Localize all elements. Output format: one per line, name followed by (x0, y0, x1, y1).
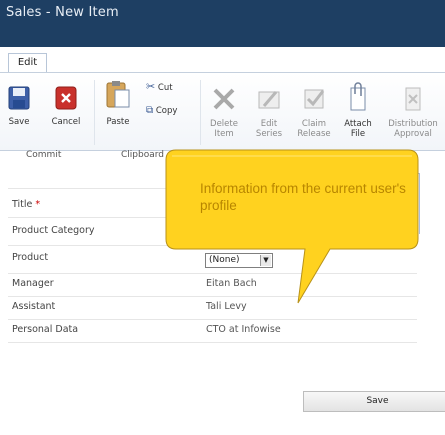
group-commit-label: Commit (26, 150, 62, 160)
distribution-approval-button[interactable]: Distribution Approval (382, 86, 444, 139)
window-title: Sales - New Item (6, 5, 119, 20)
product-label: Product (12, 252, 49, 263)
required-marker: * (35, 199, 41, 210)
copy-ribbon-button[interactable]: ⧉ Copy (146, 105, 196, 117)
delete-item-label-1: Delete (210, 119, 238, 129)
product-value: (None) (209, 255, 240, 265)
cut-ribbon-button[interactable]: ✂ Cut (146, 80, 196, 93)
edit-series-label-1: Edit (260, 119, 278, 129)
row-divider (8, 296, 417, 297)
assistant-value: Tali Levy (206, 301, 247, 312)
paste-ribbon-button[interactable]: Paste (100, 80, 136, 127)
chevron-down-icon[interactable]: ▼ (260, 255, 271, 266)
row-divider (8, 245, 417, 246)
title-label: Title * (12, 199, 41, 210)
claim-release-label-1: Claim (301, 119, 327, 129)
paste-ribbon-label: Paste (106, 117, 130, 127)
cancel-ribbon-label: Cancel (51, 117, 81, 127)
delete-item-label-2: Item (214, 129, 234, 139)
product-category-label: Product Category (12, 225, 95, 236)
attach-file-label-2: File (350, 129, 366, 139)
save-icon (8, 86, 30, 110)
copy-icon: ⧉ (146, 105, 154, 116)
edit-series-label-2: Series (255, 129, 283, 139)
row-divider (8, 342, 417, 343)
edit-series-icon (258, 91, 280, 109)
ribbon-separator (200, 80, 201, 145)
claim-release-button[interactable]: Claim Release (294, 86, 334, 139)
copy-ribbon-label: Copy (155, 106, 178, 116)
cancel-ribbon-button[interactable]: Cancel (48, 86, 84, 127)
attach-file-button[interactable]: Attach File (340, 82, 376, 139)
row-divider (8, 319, 417, 320)
assistant-label: Assistant (12, 301, 56, 312)
personal-data-value: CTO at Infowise (206, 324, 281, 335)
paste-icon (106, 81, 130, 108)
save-button[interactable]: Save (303, 391, 445, 412)
cut-ribbon-label: Cut (157, 83, 173, 93)
scissors-icon: ✂ (146, 80, 156, 93)
manager-label: Manager (12, 278, 54, 289)
manager-value: Eitan Bach (206, 278, 257, 289)
delete-x-icon (213, 88, 235, 110)
distribution-approval-label-2: Approval (394, 129, 432, 139)
delete-item-button[interactable]: Delete Item (206, 86, 242, 139)
ribbon-separator (94, 80, 95, 145)
tab-edit[interactable]: Edit (8, 53, 47, 72)
save-ribbon-label: Save (8, 117, 30, 127)
callout-text: Information from the current user's prof… (200, 181, 406, 213)
save-ribbon-button[interactable]: Save (4, 86, 34, 127)
distribution-approval-icon (405, 87, 421, 111)
claim-release-label-2: Release (297, 129, 331, 139)
claim-release-icon (304, 89, 325, 109)
edit-series-button[interactable]: Edit Series (252, 86, 286, 139)
cancel-icon (55, 86, 77, 110)
row-divider (8, 273, 417, 274)
personal-data-label: Personal Data (12, 324, 79, 335)
group-clipboard-label: Clipboard (121, 150, 164, 160)
product-select[interactable]: (None) ▼ (205, 253, 273, 268)
attach-file-label-1: Attach (344, 119, 372, 129)
window-titlebar: Sales - New Item (0, 0, 445, 47)
distribution-approval-label-1: Distribution (388, 119, 438, 129)
paperclip-icon (350, 82, 366, 111)
